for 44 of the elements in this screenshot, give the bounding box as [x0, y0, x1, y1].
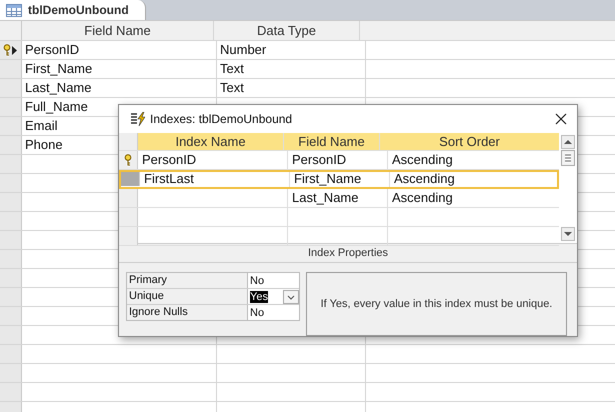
table-cell: First_Name	[294, 171, 362, 186]
row-selector[interactable]	[0, 41, 22, 59]
close-icon[interactable]	[555, 113, 567, 125]
table-cell: Ascending	[392, 190, 453, 205]
property-field[interactable]: No	[248, 305, 299, 320]
table-cell: PersonID	[142, 152, 196, 167]
table-cell: Last_Name	[22, 79, 217, 97]
scroll-down-icon[interactable]	[561, 227, 576, 241]
property-label: Ignore Nulls	[127, 305, 248, 320]
scroll-thumb-icon[interactable]	[561, 150, 576, 166]
table-cell: PersonID	[292, 152, 346, 167]
column-header: Field Name	[284, 133, 380, 150]
column-header: Field Name	[22, 21, 214, 40]
column-header: Index Name	[138, 133, 284, 150]
dropdown-icon[interactable]	[283, 290, 299, 304]
scroll-up-icon[interactable]	[561, 135, 576, 149]
table-cell: Text	[220, 80, 244, 95]
table-cell: Ascending	[392, 152, 453, 167]
index-row[interactable]: FirstLast First_Name Ascending	[119, 170, 560, 189]
key-icon	[124, 154, 132, 166]
table-cell: Text	[220, 61, 244, 76]
property-label: Unique	[127, 289, 248, 304]
tab-title: tblDemoUnbound	[28, 3, 129, 17]
column-header: Data Type	[214, 21, 360, 40]
index-row[interactable]: Last_Name Ascending	[119, 189, 560, 208]
property-label: Primary	[127, 273, 248, 288]
table-cell: Last_Name	[292, 190, 358, 205]
property-field[interactable]: Yes	[248, 289, 299, 304]
help-text: If Yes, every value in this index must be unique.	[306, 272, 567, 336]
indexes-icon	[131, 112, 145, 126]
table-cell: Ascending	[394, 171, 455, 186]
document-tab[interactable]: tblDemoUnbound	[0, 0, 146, 20]
scrollbar[interactable]	[559, 133, 577, 243]
section-heading: Index Properties	[119, 244, 577, 263]
table-cell: FirstLast	[144, 171, 194, 186]
key-icon	[3, 44, 11, 56]
table-cell: PersonID	[22, 41, 217, 59]
table-cell: Number	[220, 42, 266, 57]
current-row-icon	[12, 46, 17, 54]
table-cell: First_Name	[22, 60, 217, 78]
property-field[interactable]: No	[248, 273, 299, 288]
column-header: Sort Order	[438, 133, 501, 150]
table-icon	[6, 4, 22, 16]
index-row[interactable]: PersonID PersonID Ascending	[119, 151, 560, 170]
